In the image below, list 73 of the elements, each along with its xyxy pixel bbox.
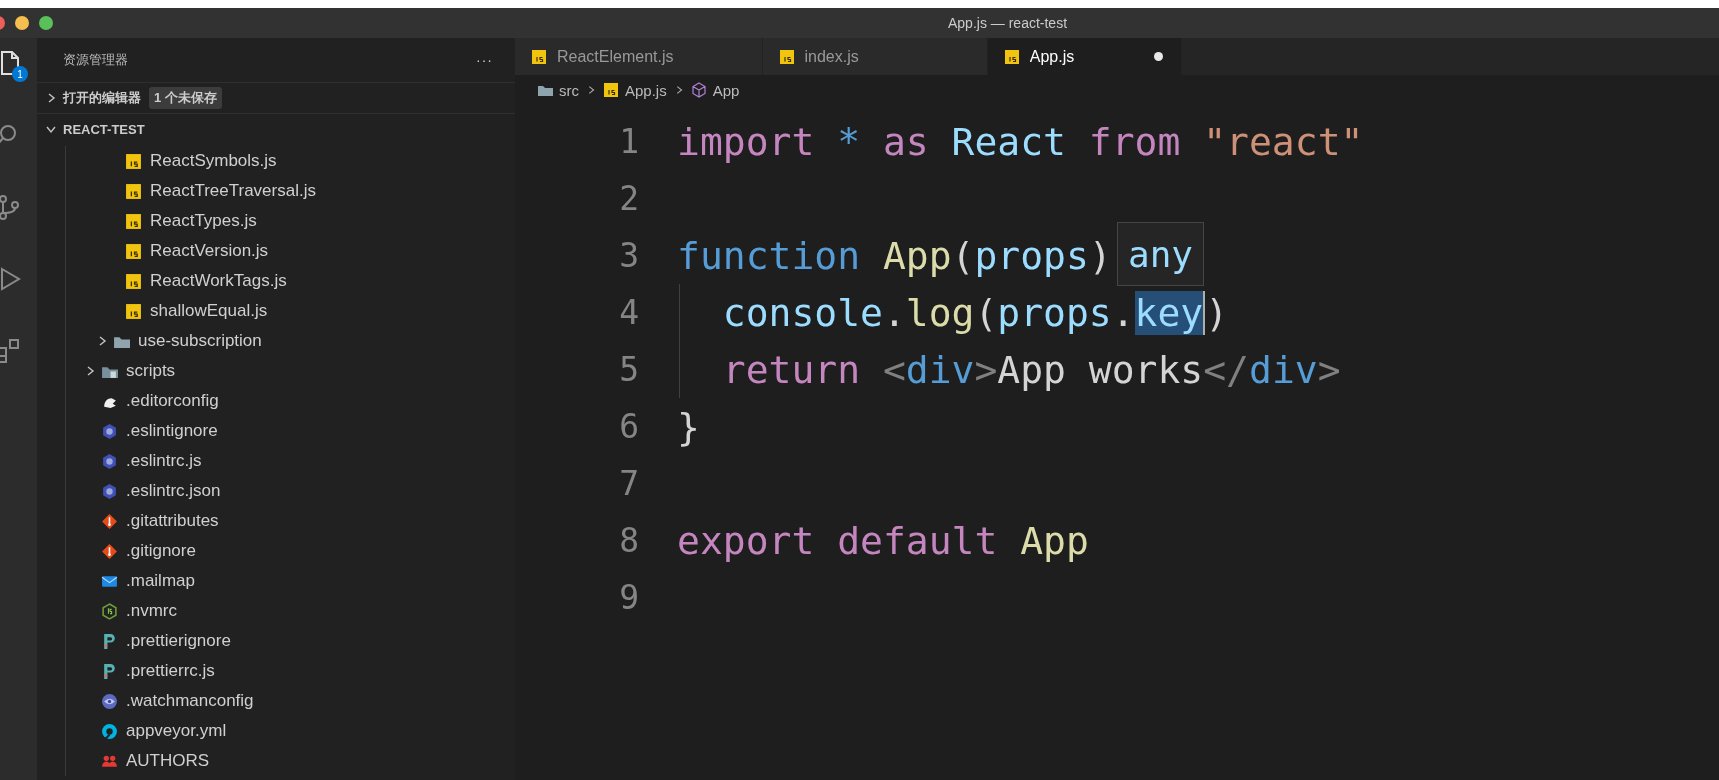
cube-icon — [690, 82, 707, 98]
code-line: return <div>App works</div> — [721, 347, 1341, 392]
file-item[interactable]: ReactWorkTags.js — [150, 271, 287, 291]
line-number: 5 — [618, 350, 640, 389]
code-line: import * as React from "react" — [677, 119, 1364, 164]
js-file-icon — [125, 242, 142, 260]
unsaved-badge: 1 个未保存 — [149, 87, 222, 109]
breadcrumb-item[interactable]: src — [559, 81, 579, 99]
breadcrumb-item[interactable]: App.js — [625, 81, 667, 99]
eye-icon — [101, 692, 118, 710]
window-control[interactable] — [39, 16, 53, 30]
line-number: 3 — [618, 236, 640, 275]
js-file-icon — [125, 302, 142, 320]
js-file-icon — [125, 212, 142, 230]
breadcrumb-item[interactable]: App — [712, 81, 740, 99]
window-title: App.js — react-test — [948, 15, 1068, 31]
js-file-icon — [778, 48, 795, 65]
section-header[interactable]: REACT-TEST — [63, 121, 145, 137]
file-item[interactable]: .nvmrc — [126, 601, 177, 621]
js-file-icon — [531, 48, 547, 65]
line-number: 9 — [618, 578, 640, 617]
section-header[interactable]: 打开的编辑器 — [63, 89, 141, 107]
line-number: 7 — [618, 464, 640, 503]
file-item[interactable]: shallowEqual.js — [150, 301, 268, 321]
file-item[interactable]: AUTHORS — [126, 751, 210, 771]
line-number: 4 — [618, 293, 640, 332]
js-file-icon — [603, 82, 619, 98]
file-item[interactable]: .gitignore — [126, 541, 196, 561]
file-item[interactable]: .eslintrc.json — [126, 481, 221, 501]
line-number: 8 — [618, 521, 640, 560]
ring-icon — [101, 722, 118, 740]
hexagon-icon — [101, 422, 118, 440]
file-item[interactable]: .gitattributes — [126, 511, 219, 531]
folder-item[interactable]: scripts — [126, 361, 176, 381]
code-line: console.log(props.key) — [721, 290, 1229, 335]
file-item[interactable]: ReactSymbols.js — [150, 151, 277, 171]
folder-item[interactable]: use-subscription — [138, 331, 262, 351]
panel-title: 资源管理器 — [63, 51, 128, 69]
editor-tab[interactable]: App.js — [987, 38, 1183, 75]
code-line: function App(props) — [677, 233, 1112, 278]
more-actions-button[interactable]: ··· — [476, 52, 493, 68]
js-file-icon — [125, 152, 142, 170]
letter-p-icon — [101, 632, 118, 650]
hexagon-icon — [101, 482, 118, 500]
js-file-icon — [125, 182, 142, 200]
hover-tooltip: any — [1116, 222, 1204, 286]
file-item[interactable]: ReactVersion.js — [150, 241, 269, 261]
file-item[interactable]: .eslintignore — [126, 421, 218, 441]
line-number: 6 — [618, 407, 640, 446]
file-item[interactable]: appveyor.yml — [126, 721, 227, 741]
file-item[interactable]: .watchmanconfig — [126, 691, 254, 711]
window-control[interactable] — [15, 16, 29, 30]
diamond-icon — [101, 512, 118, 530]
file-item[interactable]: .editorconfig — [126, 391, 219, 411]
count-badge: 1 — [12, 66, 28, 82]
code-line: export default App — [677, 518, 1089, 563]
line-number: 2 — [618, 179, 640, 218]
line-number: 1 — [618, 122, 640, 161]
file-item[interactable]: .mailmap — [126, 571, 195, 591]
file-item[interactable]: .prettierignore — [126, 631, 231, 651]
js-file-icon — [1003, 48, 1020, 65]
file-item[interactable]: ReactTypes.js — [150, 211, 257, 231]
file-item[interactable]: .eslintrc.js — [126, 451, 202, 471]
hexagon-icon — [101, 452, 118, 470]
file-item[interactable]: ReactTreeTraversal.js — [150, 181, 316, 201]
file-item[interactable]: .prettierrc.js — [126, 661, 215, 681]
letter-p-icon — [101, 662, 118, 680]
editor-tab[interactable]: ReactElement.js — [515, 38, 763, 75]
code-line: } — [677, 404, 700, 449]
editor-tab[interactable]: index.js — [762, 38, 988, 75]
hexagon-icon — [101, 602, 118, 620]
diamond-icon — [101, 542, 118, 560]
js-file-icon — [125, 272, 142, 290]
